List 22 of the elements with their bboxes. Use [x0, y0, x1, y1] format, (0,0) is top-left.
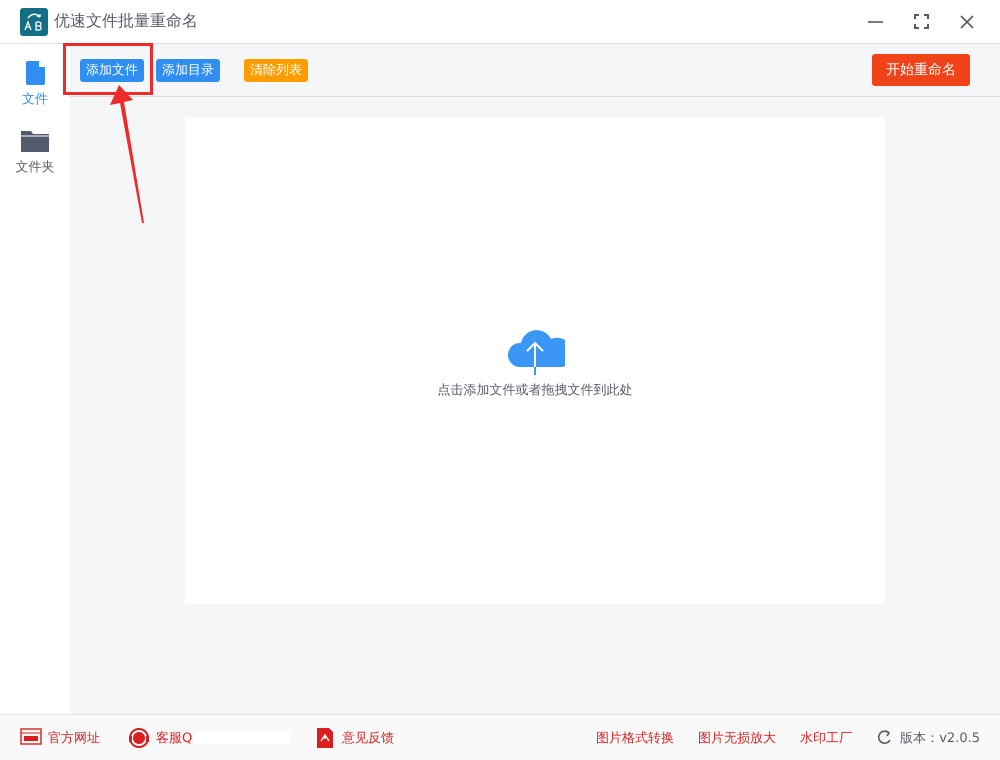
toolbar-button[interactable]: 添加文件	[80, 58, 144, 82]
version-text: 版本：v2.0.5	[900, 730, 980, 746]
sidebar-item[interactable]: 文件	[22, 60, 48, 108]
close-icon	[960, 14, 974, 28]
tool-link[interactable]: 图片格式转换	[596, 728, 674, 746]
window-title: 优速文件批量重命名	[54, 11, 198, 32]
footer-link[interactable]: 客服Q	[128, 726, 192, 748]
toolbar-button[interactable]: 添加目录	[156, 58, 220, 82]
app-logo	[20, 8, 48, 36]
drop-zone[interactable]: 点击添加文件或者拖拽文件到此处	[185, 117, 885, 604]
footer-link[interactable]: 官方网址	[20, 726, 100, 748]
sidebar-item[interactable]: 文件夹	[16, 128, 54, 176]
tool-link[interactable]: 水印工厂	[800, 728, 852, 746]
headset-icon	[128, 726, 150, 748]
minimize-icon	[868, 20, 882, 22]
folder-icon	[20, 128, 50, 154]
footer-link[interactable]: 意见反馈	[314, 726, 394, 748]
drop-hint: 点击添加文件或者拖拽文件到此处	[438, 382, 632, 398]
tool-link[interactable]: 图片无损放大	[698, 728, 776, 746]
start-rename-button[interactable]: 开始重命名	[872, 54, 970, 86]
file-icon	[24, 60, 46, 86]
maximize-icon	[914, 14, 928, 29]
